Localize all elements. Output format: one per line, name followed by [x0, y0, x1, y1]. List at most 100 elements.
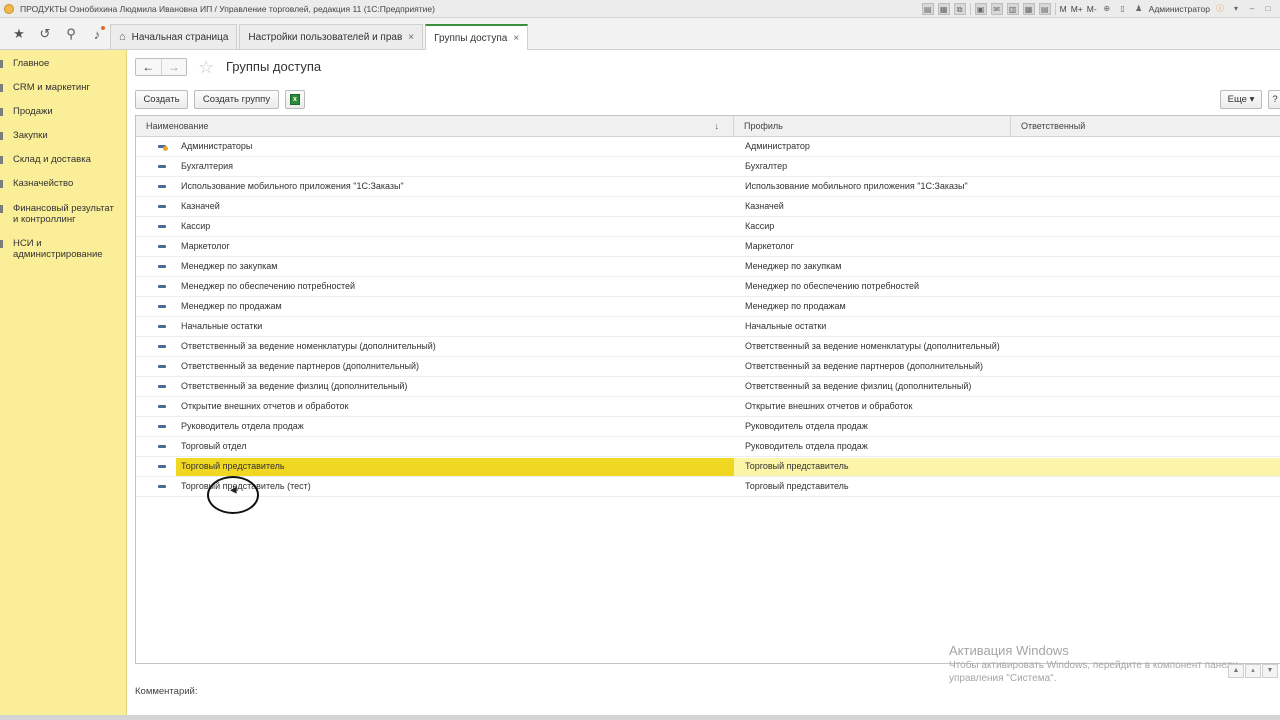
- table-row[interactable]: Руководитель отдела продаж Руководитель о…: [136, 417, 1280, 437]
- cell-name: Торговый отдел: [181, 441, 247, 451]
- scroll-top-icon[interactable]: ▴: [1245, 664, 1261, 678]
- sidebar-item-crm[interactable]: CRM и маркетинг: [0, 82, 90, 93]
- column-header-name[interactable]: Наименование ↓: [136, 116, 734, 137]
- access-group-icon: [154, 477, 174, 497]
- group-icon-glyph: [158, 365, 166, 368]
- link-icon[interactable]: ⧉: [953, 3, 966, 15]
- cell-name: Менеджер по продажам: [181, 301, 282, 311]
- memory-minus-button[interactable]: M-: [1087, 4, 1097, 14]
- menu-icon[interactable]: ▾: [1230, 3, 1242, 15]
- group-icon-glyph: [158, 425, 166, 428]
- toolbar-divider: [969, 3, 971, 15]
- group-icon-glyph: [158, 445, 166, 448]
- save-icon[interactable]: ▣: [974, 3, 987, 15]
- notification-dot: [101, 26, 105, 30]
- title-toolbar: ▤ ▦ ⧉ ▣ ✉ ▥ ▦ ▤ M M+ M- ⊕ ▯ ♟ Администра…: [921, 0, 1280, 18]
- table-row[interactable]: Менеджер по продажам Менеджер по продажам: [136, 297, 1280, 317]
- watermark-subtitle: Чтобы активировать Windows, перейдите в …: [949, 660, 1238, 684]
- sidebar-item-main[interactable]: Главное: [0, 58, 49, 69]
- sidebar-item-sales[interactable]: Продажи: [0, 106, 53, 117]
- table-row[interactable]: Казначей Казначей: [136, 197, 1280, 217]
- cell-profile: Ответственный за ведение номенклатуры (д…: [745, 341, 1000, 351]
- table-row[interactable]: Маркетолог Маркетолог: [136, 237, 1280, 257]
- group-icon-glyph: [158, 345, 166, 348]
- access-group-icon: [154, 437, 174, 457]
- forward-arrow-icon[interactable]: →: [160, 59, 187, 75]
- tab-access-groups[interactable]: Группы доступа ×: [425, 24, 529, 50]
- table-row[interactable]: Менеджер по закупкам Менеджер по закупкам: [136, 257, 1280, 277]
- table-row[interactable]: Ответственный за ведение номенклатуры (д…: [136, 337, 1280, 357]
- scroll-up-icon[interactable]: ▲: [1228, 664, 1244, 678]
- cell-name: Бухгалтерия: [181, 161, 233, 171]
- close-icon[interactable]: ×: [408, 32, 414, 43]
- close-icon[interactable]: ×: [513, 33, 519, 44]
- history-icon[interactable]: ↺: [34, 23, 56, 45]
- sidebar-item-warehouse[interactable]: Склад и доставка: [0, 154, 91, 165]
- cell-profile: Ответственный за ведение партнеров (допо…: [745, 361, 984, 371]
- calendar-icon[interactable]: ▦: [1022, 3, 1035, 15]
- print-icon[interactable]: ▤: [921, 3, 934, 15]
- table-row[interactable]: Торговый представитель (тест) Торговый пр…: [136, 477, 1280, 497]
- help-button[interactable]: ?: [1268, 90, 1280, 109]
- sidebar-item-finance[interactable]: Финансовый результат и контроллинг: [0, 203, 120, 225]
- cell-profile: Ответственный за ведение физлиц (дополни…: [745, 381, 972, 391]
- notifications-bell-icon[interactable]: ♪: [86, 23, 108, 45]
- column-header-profile[interactable]: Профиль: [734, 116, 1011, 137]
- more-button[interactable]: Еще ▾: [1220, 90, 1262, 109]
- create-button[interactable]: Создать: [135, 90, 188, 109]
- table-row[interactable]: Менеджер по обеспечению потребностей Мене…: [136, 277, 1280, 297]
- access-group-icon: [154, 397, 174, 417]
- windows-activation-watermark: Активация Windows Чтобы активировать Win…: [949, 643, 1259, 685]
- current-user[interactable]: Администратор: [1149, 4, 1210, 14]
- cell-name: Начальные остатки: [181, 321, 263, 331]
- top-panel: ★ ↺ ⚲ ♪ ⌂ Начальная страница Настройки п…: [0, 18, 1280, 50]
- table-row[interactable]: Открытие внешних отчетов и обработок Откр…: [136, 397, 1280, 417]
- table-row[interactable]: Начальные остатки Начальные остатки: [136, 317, 1280, 337]
- navigation-arrows: ← →: [135, 58, 187, 76]
- memory-m-button[interactable]: M: [1060, 4, 1067, 14]
- table-row[interactable]: Использование мобильного приложения "1С:…: [136, 177, 1280, 197]
- create-group-button[interactable]: Создать группу: [194, 90, 279, 109]
- table-row[interactable]: Кассир Кассир: [136, 217, 1280, 237]
- access-groups-table[interactable]: Наименование ↓ Профиль Ответственный Адм…: [135, 115, 1280, 664]
- tab-label: Начальная страница: [131, 31, 229, 43]
- memory-plus-button[interactable]: M+: [1071, 4, 1083, 14]
- maximize-icon[interactable]: □: [1262, 3, 1274, 15]
- scroll-down-icon[interactable]: ▼: [1262, 664, 1278, 678]
- search-icon[interactable]: ⚲: [60, 23, 82, 45]
- add-to-favorites-star-icon[interactable]: ☆: [198, 57, 214, 77]
- window-title-bar: ПРОДУКТЫ Ознобихина Людмила Ивановна ИП …: [0, 0, 1280, 18]
- sidebar-item-treasury[interactable]: Казначейство: [0, 178, 73, 189]
- calculator-icon[interactable]: ▥: [1006, 3, 1019, 15]
- minimize-icon[interactable]: –: [1246, 3, 1258, 15]
- column-header-responsible[interactable]: Ответственный: [1011, 116, 1280, 137]
- export-excel-button[interactable]: x: [285, 90, 305, 109]
- group-icon-glyph: [158, 385, 166, 388]
- tab-home[interactable]: ⌂ Начальная страница: [110, 24, 238, 49]
- table-row[interactable]: Бухгалтерия Бухгалтер: [136, 157, 1280, 177]
- back-arrow-icon[interactable]: ←: [136, 59, 161, 75]
- group-icon-glyph: [158, 465, 166, 468]
- mail-icon[interactable]: ✉: [990, 3, 1003, 15]
- cell-name: Ответственный за ведение физлиц (дополни…: [181, 381, 408, 391]
- table-row[interactable]: Торговый отдел Руководитель отдела продаж: [136, 437, 1280, 457]
- table-row[interactable]: Ответственный за ведение физлиц (дополни…: [136, 377, 1280, 397]
- cell-name: Менеджер по обеспечению потребностей: [181, 281, 356, 291]
- sidebar-item-purchases[interactable]: Закупки: [0, 130, 48, 141]
- table-row[interactable]: Ответственный за ведение партнеров (допо…: [136, 357, 1280, 377]
- cell-profile: Менеджер по продажам: [745, 301, 846, 311]
- watermark-title: Активация Windows: [949, 643, 1069, 658]
- user-icon: ♟: [1135, 4, 1143, 13]
- tab-user-settings[interactable]: Настройки пользователей и прав ×: [239, 24, 424, 49]
- cell-name: Кассир: [181, 221, 211, 231]
- table-icon[interactable]: ▤: [1038, 3, 1051, 15]
- print-preview-icon[interactable]: ▦: [937, 3, 950, 15]
- table-row[interactable]: Администраторы Администратор: [136, 137, 1280, 157]
- zoom-icon[interactable]: ⊕: [1101, 3, 1113, 15]
- sidebar-item-admin[interactable]: НСИ и администрирование: [0, 238, 110, 260]
- favorites-star-icon[interactable]: ★: [8, 23, 30, 45]
- cell-name: Ответственный за ведение номенклатуры (д…: [181, 341, 436, 351]
- info-icon[interactable]: ⓘ: [1214, 3, 1226, 15]
- table-row[interactable]: Торговый представитель Торговый представи…: [136, 457, 1280, 477]
- panels-icon[interactable]: ▯: [1117, 3, 1129, 15]
